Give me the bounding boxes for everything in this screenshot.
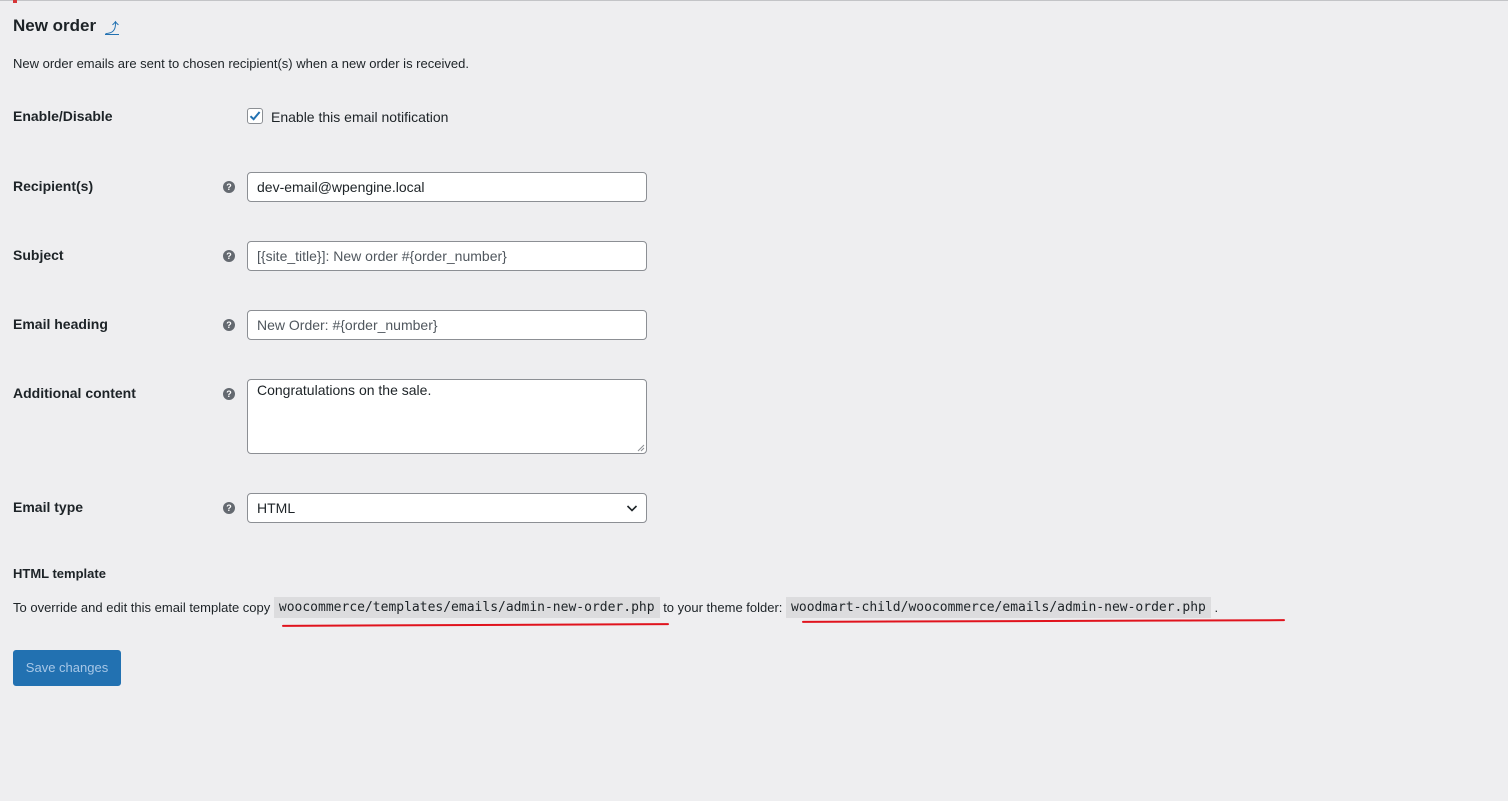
- annotation-underline-theme: [801, 619, 1286, 623]
- top-border: [0, 0, 1508, 1]
- enable-checkbox-label[interactable]: Enable this email notification: [271, 109, 448, 125]
- additional-content-value: Congratulations on the sale.: [257, 382, 432, 398]
- email-heading-input[interactable]: New Order: #{order_number}: [247, 310, 647, 340]
- recipient-help-icon[interactable]: ?: [223, 181, 235, 193]
- email-heading-placeholder: New Order: #{order_number}: [257, 317, 438, 333]
- email-heading-help-icon[interactable]: ?: [223, 319, 235, 331]
- recipient-label: Recipient(s): [13, 178, 94, 194]
- subject-input[interactable]: [{site_title}]: New order #{order_number…: [247, 241, 647, 271]
- back-to-list-icon[interactable]: ⤴: [105, 18, 119, 38]
- recipient-value: dev-email@wpengine.local: [257, 179, 425, 195]
- enable-checkbox[interactable]: [247, 108, 263, 124]
- annotation-underline-source: [281, 623, 670, 627]
- source-template-path: woocommerce/templates/emails/admin-new-o…: [273, 597, 660, 618]
- template-override-text: To override and edit this email template…: [13, 597, 1218, 621]
- page-title: New order: [13, 16, 97, 35]
- save-changes-button[interactable]: Save changes: [13, 650, 121, 686]
- additional-content-textarea[interactable]: Congratulations on the sale.: [247, 379, 647, 454]
- checkmark-icon: [249, 111, 261, 121]
- email-heading-label: Email heading: [13, 316, 108, 332]
- theme-template-path: woodmart-child/woocommerce/emails/admin-…: [786, 597, 1211, 618]
- subject-help-icon[interactable]: ?: [223, 250, 235, 262]
- email-type-select[interactable]: HTML: [247, 493, 647, 523]
- email-type-label: Email type: [13, 499, 84, 515]
- override-text-middle: to your theme folder:: [663, 600, 783, 615]
- annotation-mark: [13, 0, 17, 3]
- additional-content-label: Additional content: [13, 385, 136, 401]
- html-template-heading: HTML template: [13, 566, 106, 581]
- chevron-down-icon: [626, 505, 638, 512]
- email-type-value: HTML: [257, 500, 296, 516]
- page-description: New order emails are sent to chosen reci…: [13, 56, 469, 71]
- additional-content-help-icon[interactable]: ?: [223, 388, 235, 400]
- email-type-help-icon[interactable]: ?: [223, 502, 235, 514]
- recipient-input[interactable]: dev-email@wpengine.local: [247, 172, 647, 202]
- override-text-before: To override and edit this email template…: [13, 600, 271, 615]
- override-text-end: .: [1214, 600, 1219, 615]
- subject-label: Subject: [13, 247, 64, 263]
- subject-placeholder: [{site_title}]: New order #{order_number…: [257, 248, 507, 264]
- resize-handle-icon[interactable]: [637, 444, 645, 452]
- enable-label: Enable/Disable: [13, 108, 113, 124]
